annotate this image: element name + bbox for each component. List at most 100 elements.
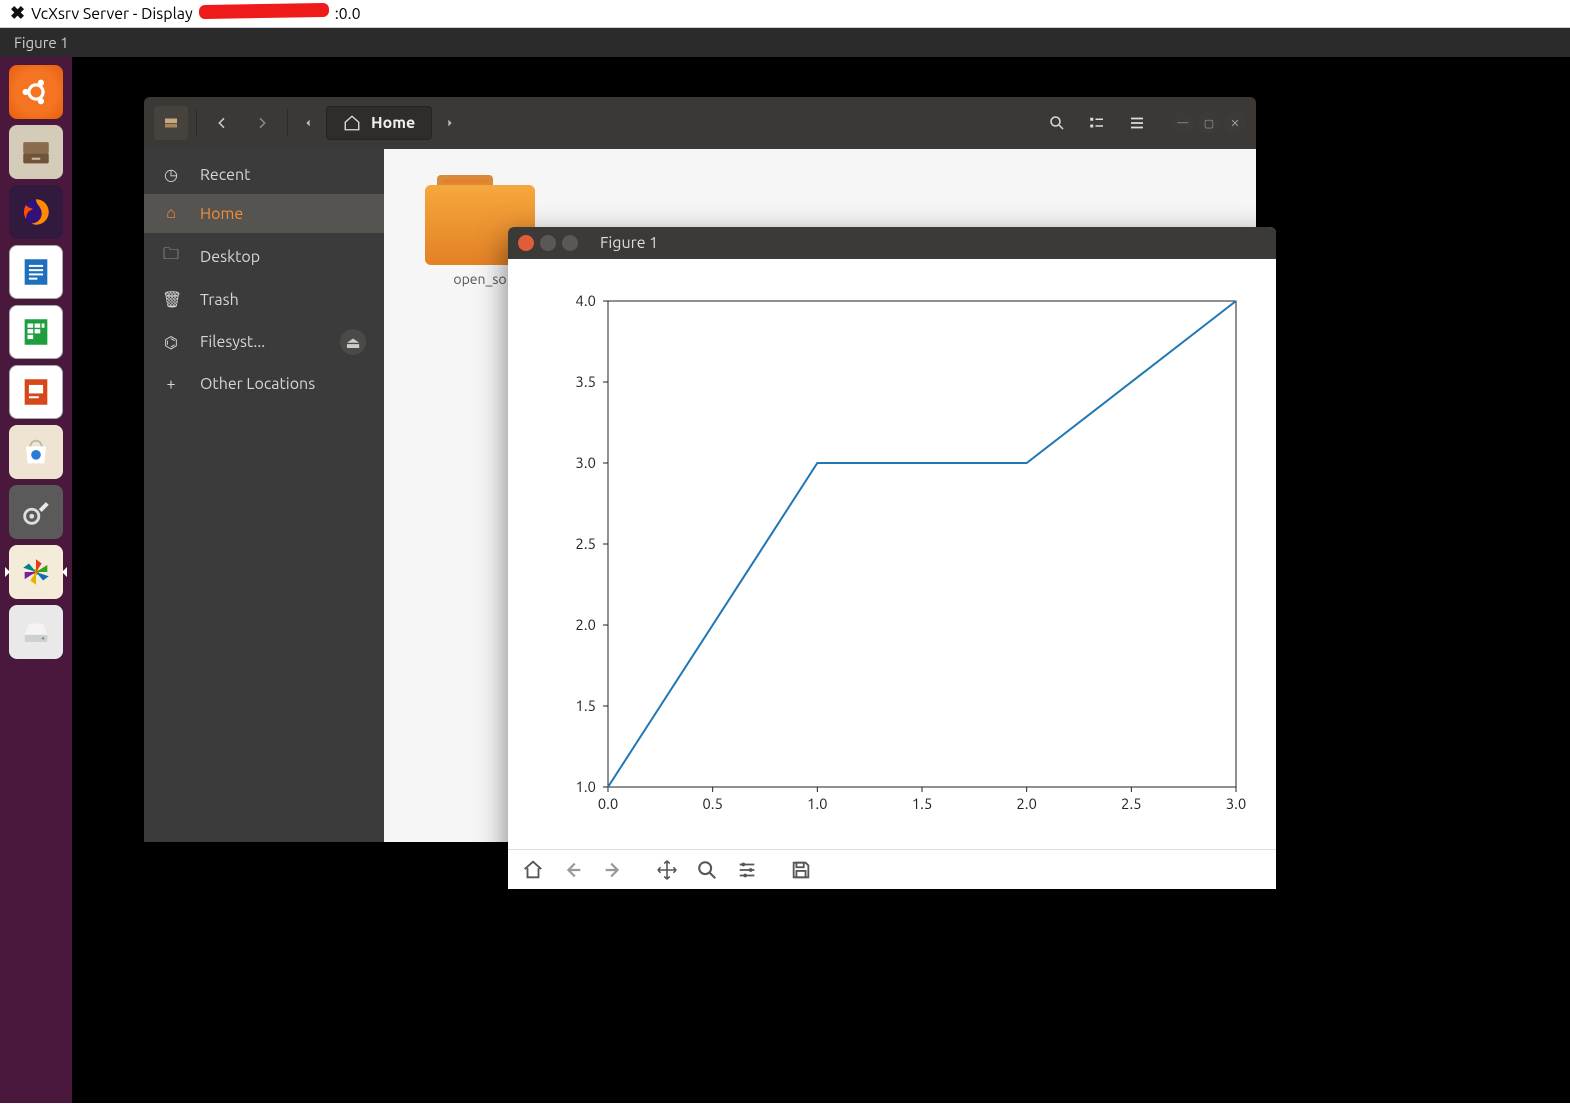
drawer-small-icon — [162, 114, 180, 132]
maximize-icon: ▢ — [1204, 117, 1214, 130]
triangle-right-icon — [445, 117, 455, 129]
matplotlib-title-bar[interactable]: Figure 1 — [508, 227, 1276, 259]
nav-back-button[interactable] — [205, 106, 239, 140]
hamburger-icon — [1128, 114, 1146, 132]
view-options-button[interactable] — [1080, 106, 1114, 140]
search-icon — [1048, 114, 1066, 132]
gear-wrench-icon — [19, 495, 53, 529]
mpl-home-button[interactable] — [514, 853, 552, 887]
search-button[interactable] — [1040, 106, 1074, 140]
svg-text:1.0: 1.0 — [807, 795, 828, 812]
launcher-firefox[interactable] — [9, 185, 63, 239]
path-box[interactable]: Home — [326, 106, 432, 140]
launcher-drive[interactable] — [9, 605, 63, 659]
sidebar-item-label: Filesyst... — [200, 333, 265, 351]
svg-text:3.5: 3.5 — [575, 373, 596, 390]
path-label: Home — [371, 114, 415, 132]
svg-text:3.0: 3.0 — [575, 454, 596, 471]
sidebar-item-home[interactable]: ⌂ Home — [144, 194, 384, 233]
svg-text:2.0: 2.0 — [1016, 795, 1037, 812]
calc-icon — [19, 315, 53, 349]
impress-icon — [19, 375, 53, 409]
grid-list-icon — [1088, 114, 1106, 132]
window-close-button[interactable]: ✕ — [1224, 112, 1246, 134]
sidebar-item-label: Desktop — [200, 248, 260, 266]
svg-text:2.0: 2.0 — [575, 616, 596, 633]
arrow-right-icon — [602, 859, 624, 881]
hamburger-menu-button[interactable] — [1120, 106, 1154, 140]
svg-text:1.0: 1.0 — [575, 778, 596, 795]
vcxsrv-icon: ✖ — [10, 3, 25, 24]
window-maximize-button[interactable]: ▢ — [1198, 112, 1220, 134]
svg-text:4.0: 4.0 — [575, 292, 596, 309]
plot-canvas: 0.00.51.01.52.02.53.01.01.52.02.53.03.54… — [508, 259, 1276, 849]
svg-text:1.5: 1.5 — [575, 697, 596, 714]
ubuntu-icon — [19, 75, 53, 109]
mpl-configure-button[interactable] — [728, 853, 766, 887]
sidebar-item-filesystem[interactable]: ⌬ Filesyst... ⏏ — [144, 319, 384, 365]
move-icon — [656, 859, 678, 881]
path-next-button[interactable] — [438, 106, 462, 140]
triangle-left-icon — [303, 117, 313, 129]
mpl-toolbar — [508, 849, 1276, 889]
mpl-back-button[interactable] — [554, 853, 592, 887]
magnify-icon — [696, 859, 718, 881]
mpl-zoom-button[interactable] — [688, 853, 726, 887]
firefox-icon — [19, 195, 53, 229]
mpl-minimize-button[interactable] — [540, 235, 556, 251]
svg-text:1.5: 1.5 — [912, 795, 933, 812]
launcher-files[interactable] — [9, 125, 63, 179]
launcher-settings[interactable] — [9, 485, 63, 539]
sliders-icon — [736, 859, 758, 881]
sidebar-item-label: Home — [200, 205, 243, 223]
nav-forward-button[interactable] — [245, 106, 279, 140]
launcher-calc[interactable] — [9, 305, 63, 359]
host-title-suffix: :0.0 — [335, 5, 361, 23]
save-icon — [790, 859, 812, 881]
mpl-maximize-button[interactable] — [562, 235, 578, 251]
focus-indicator-icon — [62, 567, 67, 577]
mpl-pan-button[interactable] — [648, 853, 686, 887]
home-icon: ⌂ — [162, 204, 180, 223]
ubuntu-launcher — [0, 57, 72, 1103]
mpl-close-button[interactable] — [518, 235, 534, 251]
sidebar-item-trash[interactable]: 🗑 Trash — [144, 280, 384, 319]
launcher-impress[interactable] — [9, 365, 63, 419]
shopping-bag-icon — [19, 435, 53, 469]
svg-text:0.5: 0.5 — [702, 795, 723, 812]
matplotlib-window[interactable]: Figure 1 0.00.51.01.52.02.53.01.01.52.02… — [508, 227, 1276, 889]
chevron-left-icon — [214, 115, 230, 131]
disk-icon: ⌬ — [162, 333, 180, 352]
sidebar-item-desktop[interactable]: 🗀 Desktop — [144, 233, 384, 280]
svg-text:2.5: 2.5 — [1121, 795, 1142, 812]
trash-icon: 🗑 — [162, 290, 180, 309]
path-up-button[interactable] — [296, 106, 320, 140]
xserver-title-bar: Figure 1 — [0, 28, 1570, 57]
sidebar-item-label: Trash — [200, 291, 239, 309]
arrow-left-icon — [562, 859, 584, 881]
window-minimize-button[interactable]: — — [1172, 112, 1194, 134]
plus-icon: + — [162, 375, 180, 393]
launcher-software[interactable] — [9, 425, 63, 479]
eject-button[interactable]: ⏏ — [340, 329, 366, 355]
sidebar-item-label: Other Locations — [200, 375, 315, 393]
redacted-hostname — [199, 2, 329, 18]
pinwheel-icon — [19, 555, 53, 589]
sidebar-item-other-locations[interactable]: + Other Locations — [144, 365, 384, 403]
folder-icon: 🗀 — [162, 243, 180, 270]
mpl-save-button[interactable] — [782, 853, 820, 887]
svg-text:0.0: 0.0 — [598, 795, 619, 812]
launcher-writer[interactable] — [9, 245, 63, 299]
mpl-forward-button[interactable] — [594, 853, 632, 887]
icon-view-button[interactable] — [154, 106, 188, 140]
file-manager-header: Home — ▢ ✕ — [144, 97, 1256, 149]
xserver-window-title: Figure 1 — [14, 34, 69, 51]
clock-icon: ◷ — [162, 165, 180, 184]
launcher-orange-app[interactable] — [9, 545, 63, 599]
home-icon — [522, 859, 544, 881]
drive-icon — [19, 615, 53, 649]
launcher-dash[interactable] — [9, 65, 63, 119]
sidebar-item-label: Recent — [200, 166, 250, 184]
host-title-bar: ✖ VcXsrv Server - Display :0.0 — [0, 0, 1570, 28]
sidebar-item-recent[interactable]: ◷ Recent — [144, 155, 384, 194]
